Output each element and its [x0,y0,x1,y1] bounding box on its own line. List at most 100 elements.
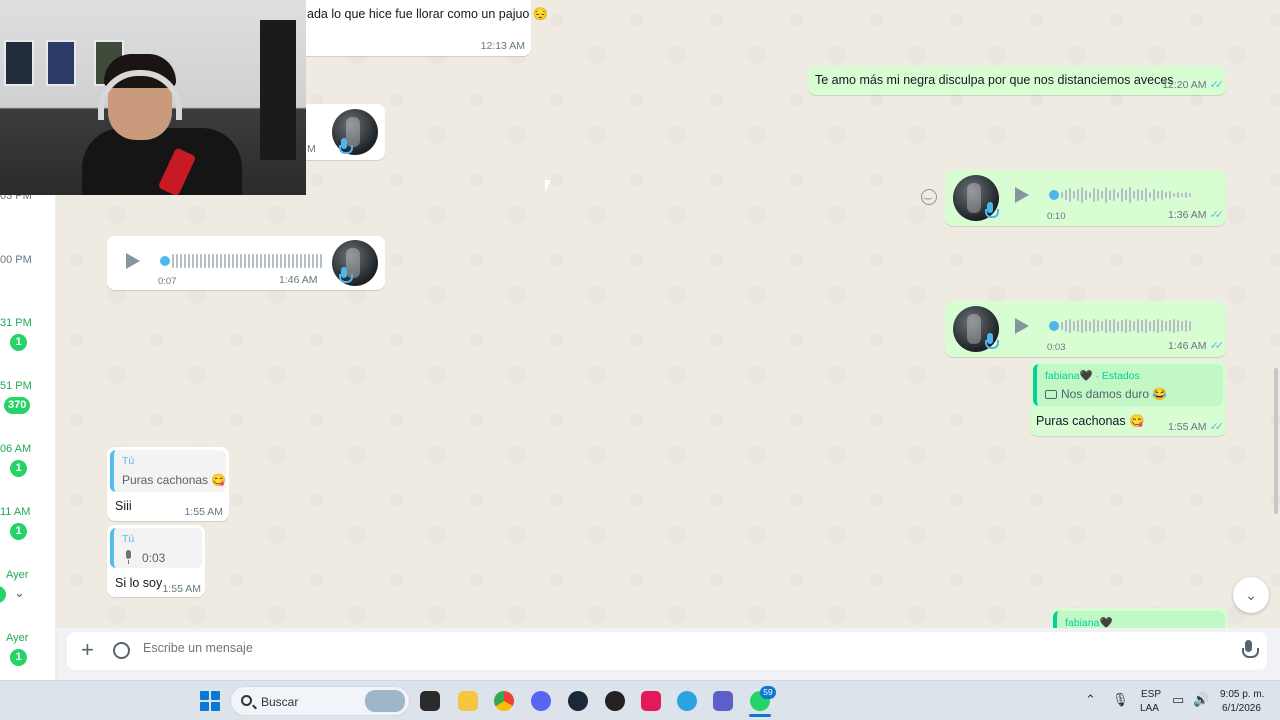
voice-message-incoming[interactable]: 0:07 1:46 AM [107,236,385,290]
message-text: ada lo que hice fue llorar como un pajuo… [307,7,549,21]
message-outgoing[interactable]: fabiana🖤 · Estados Nos damos duro 😂 Pura… [1030,361,1226,436]
voice-record-icon[interactable] [1241,640,1259,660]
unread-badge: 1 [10,649,27,666]
waveform[interactable] [160,253,322,269]
mic-icon [124,550,134,564]
search-highlight-image [365,690,405,712]
mic-icon [337,138,353,156]
message-outgoing[interactable]: fabiana🖤 [1050,608,1228,628]
unread-badge: 1 [10,460,27,477]
voice-message-outgoing[interactable]: 0:03 1:46 AM ✓✓ [945,301,1226,357]
sticker-icon[interactable] [113,642,130,659]
voice-duration: 0:07 [158,276,177,287]
chevron-down-icon: ⌄ [1245,587,1257,603]
read-ticks-icon: ✓✓ [1209,209,1225,221]
voice-message-outgoing[interactable]: 0:10 1:36 AM ✓✓ [945,170,1226,226]
message-time: 1:46 AM [279,274,318,286]
message-time: 1:36 AM ✓✓ [1168,209,1225,221]
message-time: 12:20 AM ✓✓ [1162,79,1224,91]
message-time: 1:46 AM ✓✓ [1168,340,1225,352]
clock-date: 6/1/2026 [1222,703,1261,714]
mic-icon [337,267,353,285]
search-icon [241,695,252,706]
chrome-icon[interactable] [494,691,514,711]
chat-time: Ayer [6,632,29,644]
quote-author: Tú [122,533,135,545]
message-text: Si lo soy [115,576,163,590]
message-composer: + [57,628,1280,680]
read-ticks-icon: ✓✓ [1209,340,1225,352]
quoted-message[interactable]: Tú 0:03 [110,528,202,568]
chat-time: Ayer [6,569,29,581]
tiktok-icon[interactable] [641,691,661,711]
voice-duration: 0:10 [1047,211,1066,222]
chat-time: 31 PM [0,317,32,329]
message-outgoing[interactable]: Te amo más mi negra disculpa por que nos… [808,66,1226,95]
file-explorer-icon[interactable] [458,691,478,711]
waveform[interactable] [1049,187,1191,203]
mic-icon [983,333,999,351]
poster [4,40,34,86]
chat-time: 11 AM [0,506,31,518]
scroll-to-bottom-button[interactable]: ⌄ [1233,577,1269,613]
clock-time[interactable]: 9:05 p. m. [1220,689,1264,700]
message-text: Puras cachonas 😋 [1036,414,1145,428]
search-label: Buscar [261,695,299,709]
quoted-status[interactable]: fabiana🖤 · Estados Nos damos duro 😂 [1033,364,1223,406]
play-icon[interactable] [1015,318,1029,334]
tray-chevron-up-icon[interactable]: ⌃ [1085,692,1096,708]
keyboard-layout[interactable]: ESP [1141,689,1161,700]
network-icon[interactable]: ▭ [1172,692,1184,708]
app-icon[interactable] [605,691,625,711]
taskbar-search[interactable]: Buscar [230,686,410,716]
unread-badge: 1 [10,523,27,540]
steam-icon[interactable] [568,691,588,711]
chat-time: 06 AM [0,443,32,455]
quoted-message[interactable]: Tú Puras cachonas 😋 [110,450,226,492]
message-incoming[interactable]: Tú 0:03 Si lo soy 1:55 AM [107,525,205,597]
telegram-icon[interactable] [677,691,697,711]
quote-author: Tú [122,455,135,467]
quote-author: fabiana🖤 · Estados [1045,370,1140,382]
quote-text: Nos damos duro 😂 [1061,387,1168,401]
composer-box: + [67,632,1267,670]
waveform[interactable] [1049,318,1191,334]
keyboard-layout-sub: LAA [1140,703,1159,714]
unread-badge: 1 [10,334,27,351]
message-time: 1:55 AM ✓✓ [1168,421,1225,433]
mic-icon [983,202,999,220]
unread-badge: 370 [4,397,31,414]
play-icon[interactable] [1015,187,1029,203]
video-icon [1045,390,1057,399]
message-text: Te amo más mi negra disculpa por que nos… [815,73,1174,87]
unread-badge [0,586,6,603]
chat-time: 00 PM [0,254,32,266]
message-time: M [307,143,316,155]
play-icon[interactable] [126,253,140,269]
poster [46,40,76,86]
quote-text: Puras cachonas 😋 [122,473,226,487]
message-incoming[interactable]: Tú Puras cachonas 😋 Siii 1:55 AM [107,447,229,521]
chevron-down-icon[interactable]: ⌄ [14,585,25,601]
windows-start-icon[interactable] [200,691,220,711]
attach-plus-icon[interactable]: + [81,638,94,662]
shelf [260,20,296,160]
message-text: Siii [115,499,132,513]
voice-duration: 0:03 [1047,342,1066,353]
teams-icon[interactable] [713,691,733,711]
volume-icon[interactable]: 🔊 [1193,692,1209,708]
whatsapp-badge: 59 [760,686,776,699]
quote-text: 0:03 [142,551,166,565]
windows-taskbar: Buscar ⌃ 🎙 ESP LAA ▭ 🔊 9:05 p. m. 6/1/20… [0,680,1280,720]
scrollbar-thumb[interactable] [1274,368,1278,514]
active-app-indicator [749,714,771,717]
task-view-icon[interactable] [420,691,440,711]
emoji-react-icon[interactable] [921,189,937,205]
message-time: 1:55 AM [162,583,201,595]
message-input[interactable] [143,641,1193,655]
discord-icon[interactable] [531,691,551,711]
quoted-status[interactable]: fabiana🖤 [1053,611,1225,628]
tray-mic-icon[interactable]: 🎙 [1112,692,1129,708]
cursor-icon [545,180,551,192]
read-ticks-icon: ✓✓ [1209,421,1225,433]
